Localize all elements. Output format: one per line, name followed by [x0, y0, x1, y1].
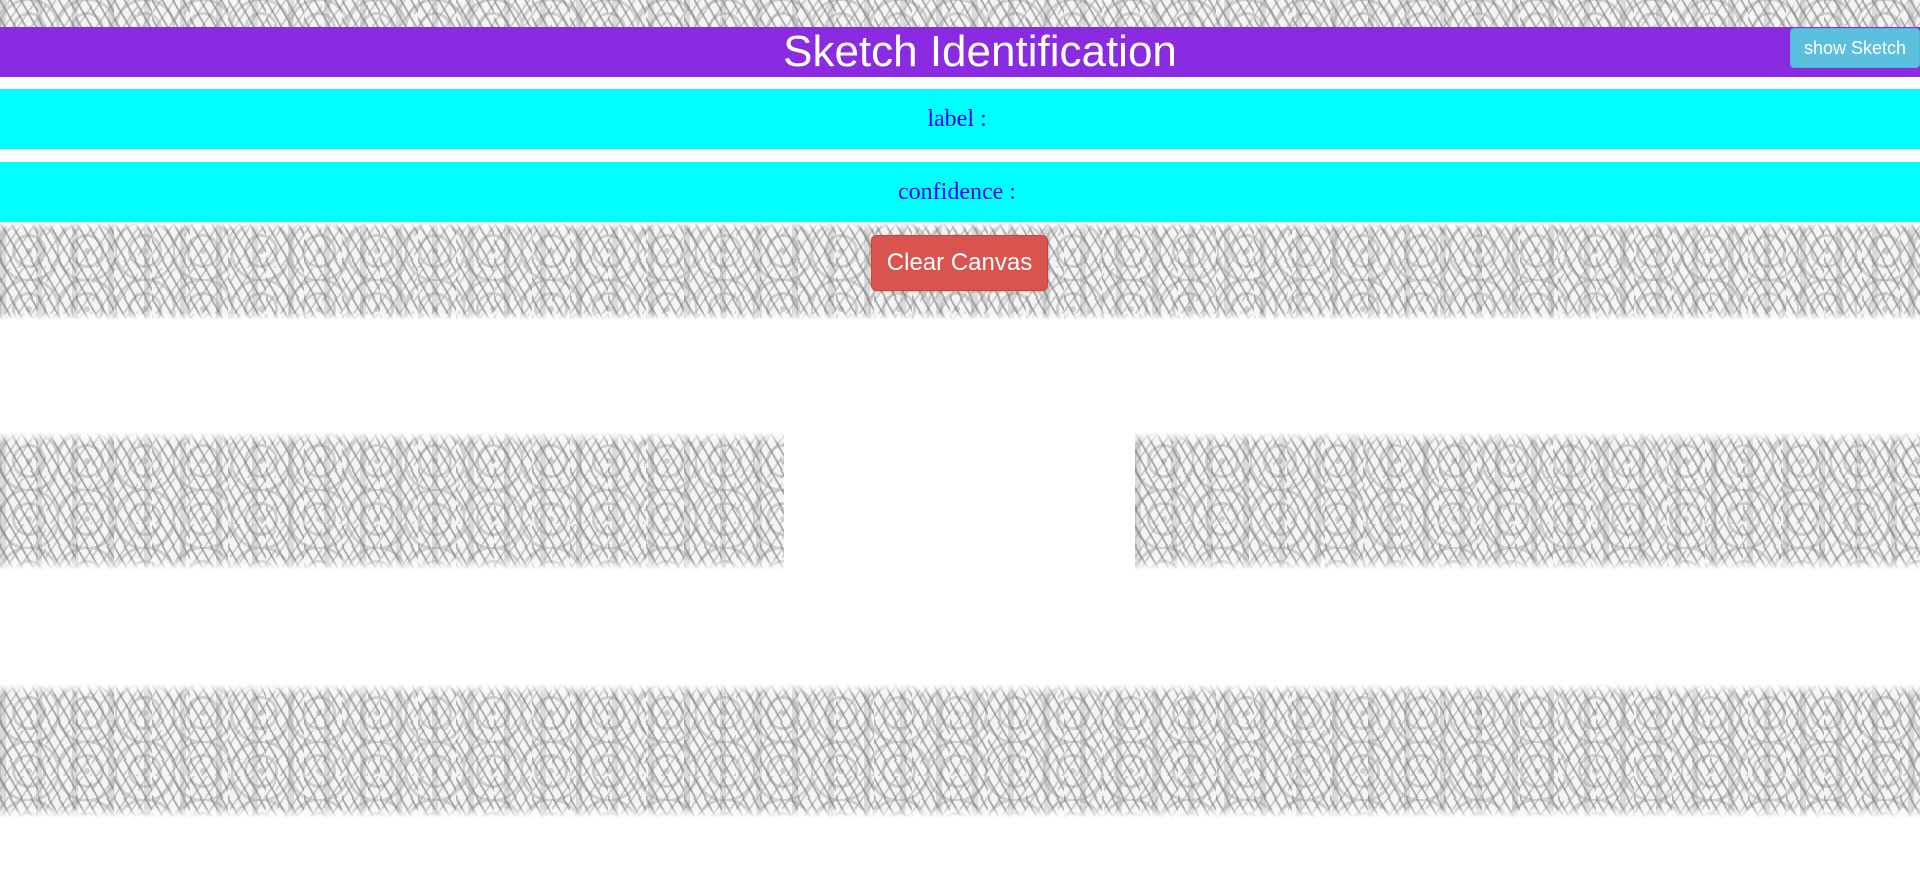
- leaf-pattern-band-bottom: [0, 684, 1920, 818]
- confidence-result-text: confidence :: [898, 179, 1022, 206]
- show-sketch-button[interactable]: show Sketch: [1790, 28, 1920, 68]
- page: Sketch Identification show Sketch label …: [0, 0, 1920, 892]
- label-caption: label :: [927, 105, 987, 132]
- clear-canvas-button[interactable]: Clear Canvas: [871, 235, 1048, 291]
- label-result-bar: label :: [0, 89, 1920, 149]
- label-result-text: label :: [927, 106, 992, 133]
- sketch-canvas[interactable]: [784, 320, 1135, 684]
- leaf-pattern-band-top: [0, 0, 1920, 28]
- confidence-caption: confidence :: [898, 178, 1016, 205]
- confidence-result-bar: confidence :: [0, 162, 1920, 222]
- title-bar: Sketch Identification: [0, 27, 1920, 77]
- leaf-pattern-band-middle-right: [1135, 432, 1920, 570]
- leaf-pattern-band-middle-left: [0, 432, 784, 570]
- page-title: Sketch Identification: [783, 27, 1177, 76]
